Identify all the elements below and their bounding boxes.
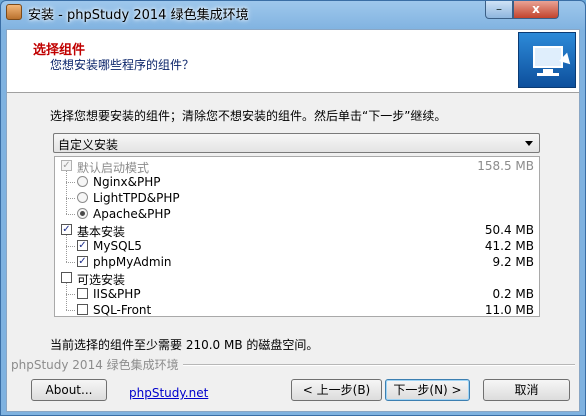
component-label: MySQL5 bbox=[93, 239, 142, 253]
branding-text: phpStudy 2014 绿色集成环境 bbox=[11, 358, 179, 372]
title-bar[interactable]: 安装 - phpStudy 2014 绿色集成环境 – x bbox=[1, 1, 585, 23]
tree-connector bbox=[66, 246, 75, 247]
component-row[interactable]: SQL-Front 11.0 MB bbox=[55, 302, 539, 318]
component-size: 9.2 MB bbox=[492, 255, 534, 269]
component-row[interactable]: 可选安装 bbox=[55, 270, 539, 287]
instruction-text: 选择您想要安装的组件；清除您不想安装的组件。然后单击“下一步”继续。 bbox=[50, 109, 447, 123]
component-radio-row[interactable]: Nginx&PHP bbox=[55, 174, 539, 190]
checkbox: ✓ bbox=[61, 160, 72, 171]
component-label: Apache&PHP bbox=[93, 207, 171, 221]
close-button[interactable]: x bbox=[513, 1, 559, 19]
tree-connector bbox=[66, 294, 75, 295]
component-tree[interactable]: ✓ 默认启动模式 158.5 MB Nginx&PHP LightTPD&PHP Apac… bbox=[54, 156, 540, 317]
component-row[interactable]: ✓ MySQL5 41.2 MB bbox=[55, 238, 539, 254]
tree-connector bbox=[66, 198, 75, 199]
component-label: IIS&PHP bbox=[93, 287, 141, 301]
phpstudy-link[interactable]: phpStudy.net bbox=[129, 386, 208, 400]
component-row[interactable]: ✓ phpMyAdmin 9.2 MB bbox=[55, 254, 539, 270]
about-button[interactable]: About... bbox=[31, 379, 107, 401]
checkbox[interactable]: ✓ bbox=[77, 256, 88, 267]
monitor-base-shape bbox=[537, 73, 559, 76]
branding-divider bbox=[183, 364, 575, 366]
component-radio-row[interactable]: LightTPD&PHP bbox=[55, 190, 539, 206]
installer-app-icon bbox=[6, 4, 22, 20]
radio-button[interactable] bbox=[77, 208, 88, 219]
cancel-button[interactable]: 取消 bbox=[483, 379, 570, 401]
component-size: 158.5 MB bbox=[477, 159, 534, 173]
back-button[interactable]: < 上一步(B) bbox=[291, 379, 382, 401]
checkbox[interactable] bbox=[77, 304, 88, 315]
component-row[interactable]: IIS&PHP 0.2 MB bbox=[55, 286, 539, 302]
tree-connector bbox=[66, 283, 67, 310]
tree-connector bbox=[66, 171, 67, 214]
tree-connector bbox=[66, 235, 67, 262]
minimize-button[interactable]: – bbox=[485, 1, 513, 19]
component-label: phpMyAdmin bbox=[93, 255, 172, 269]
install-type-value: 自定义安装 bbox=[58, 138, 119, 152]
chevron-down-icon bbox=[525, 141, 533, 146]
checkbox[interactable]: ✓ bbox=[61, 224, 72, 235]
component-row: ✓ 默认启动模式 158.5 MB bbox=[55, 158, 539, 175]
component-row[interactable]: ✓ 基本安装 50.4 MB bbox=[55, 222, 539, 239]
checkbox[interactable] bbox=[77, 288, 88, 299]
page-subtitle: 您想安装哪些程序的组件？ bbox=[50, 58, 195, 72]
component-label: LightTPD&PHP bbox=[93, 191, 180, 205]
component-size: 41.2 MB bbox=[484, 239, 534, 253]
install-type-select[interactable]: 自定义安装 bbox=[53, 133, 540, 153]
radio-button[interactable] bbox=[77, 192, 88, 203]
tree-connector bbox=[66, 182, 75, 183]
tree-connector bbox=[66, 310, 75, 311]
tree-connector bbox=[66, 214, 75, 215]
installer-window: 安装 - phpStudy 2014 绿色集成环境 – x 选择组件 您想安装哪… bbox=[0, 0, 586, 416]
component-size: 0.2 MB bbox=[492, 287, 534, 301]
checkbox[interactable]: ✓ bbox=[77, 240, 88, 251]
radio-button[interactable] bbox=[77, 176, 88, 187]
component-label: Nginx&PHP bbox=[93, 175, 161, 189]
computer-arrow-icon bbox=[518, 32, 576, 88]
tree-connector bbox=[66, 262, 75, 263]
wizard-client-area: 选择组件 您想安装哪些程序的组件？ 选择您想要安装的组件；清除您不想安装的组件。… bbox=[6, 29, 580, 412]
checkbox[interactable] bbox=[61, 272, 72, 283]
component-radio-row[interactable]: Apache&PHP bbox=[55, 206, 539, 222]
window-title: 安装 - phpStudy 2014 绿色集成环境 bbox=[28, 8, 249, 23]
disk-space-note: 当前选择的组件至少需要 210.0 MB 的磁盘空间。 bbox=[50, 338, 319, 352]
component-label: SQL-Front bbox=[93, 303, 152, 317]
wizard-header: 选择组件 您想安装哪些程序的组件？ bbox=[7, 30, 579, 93]
component-size: 50.4 MB bbox=[484, 223, 534, 237]
next-button[interactable]: 下一步(N) > bbox=[385, 379, 470, 401]
component-size: 11.0 MB bbox=[484, 303, 534, 317]
